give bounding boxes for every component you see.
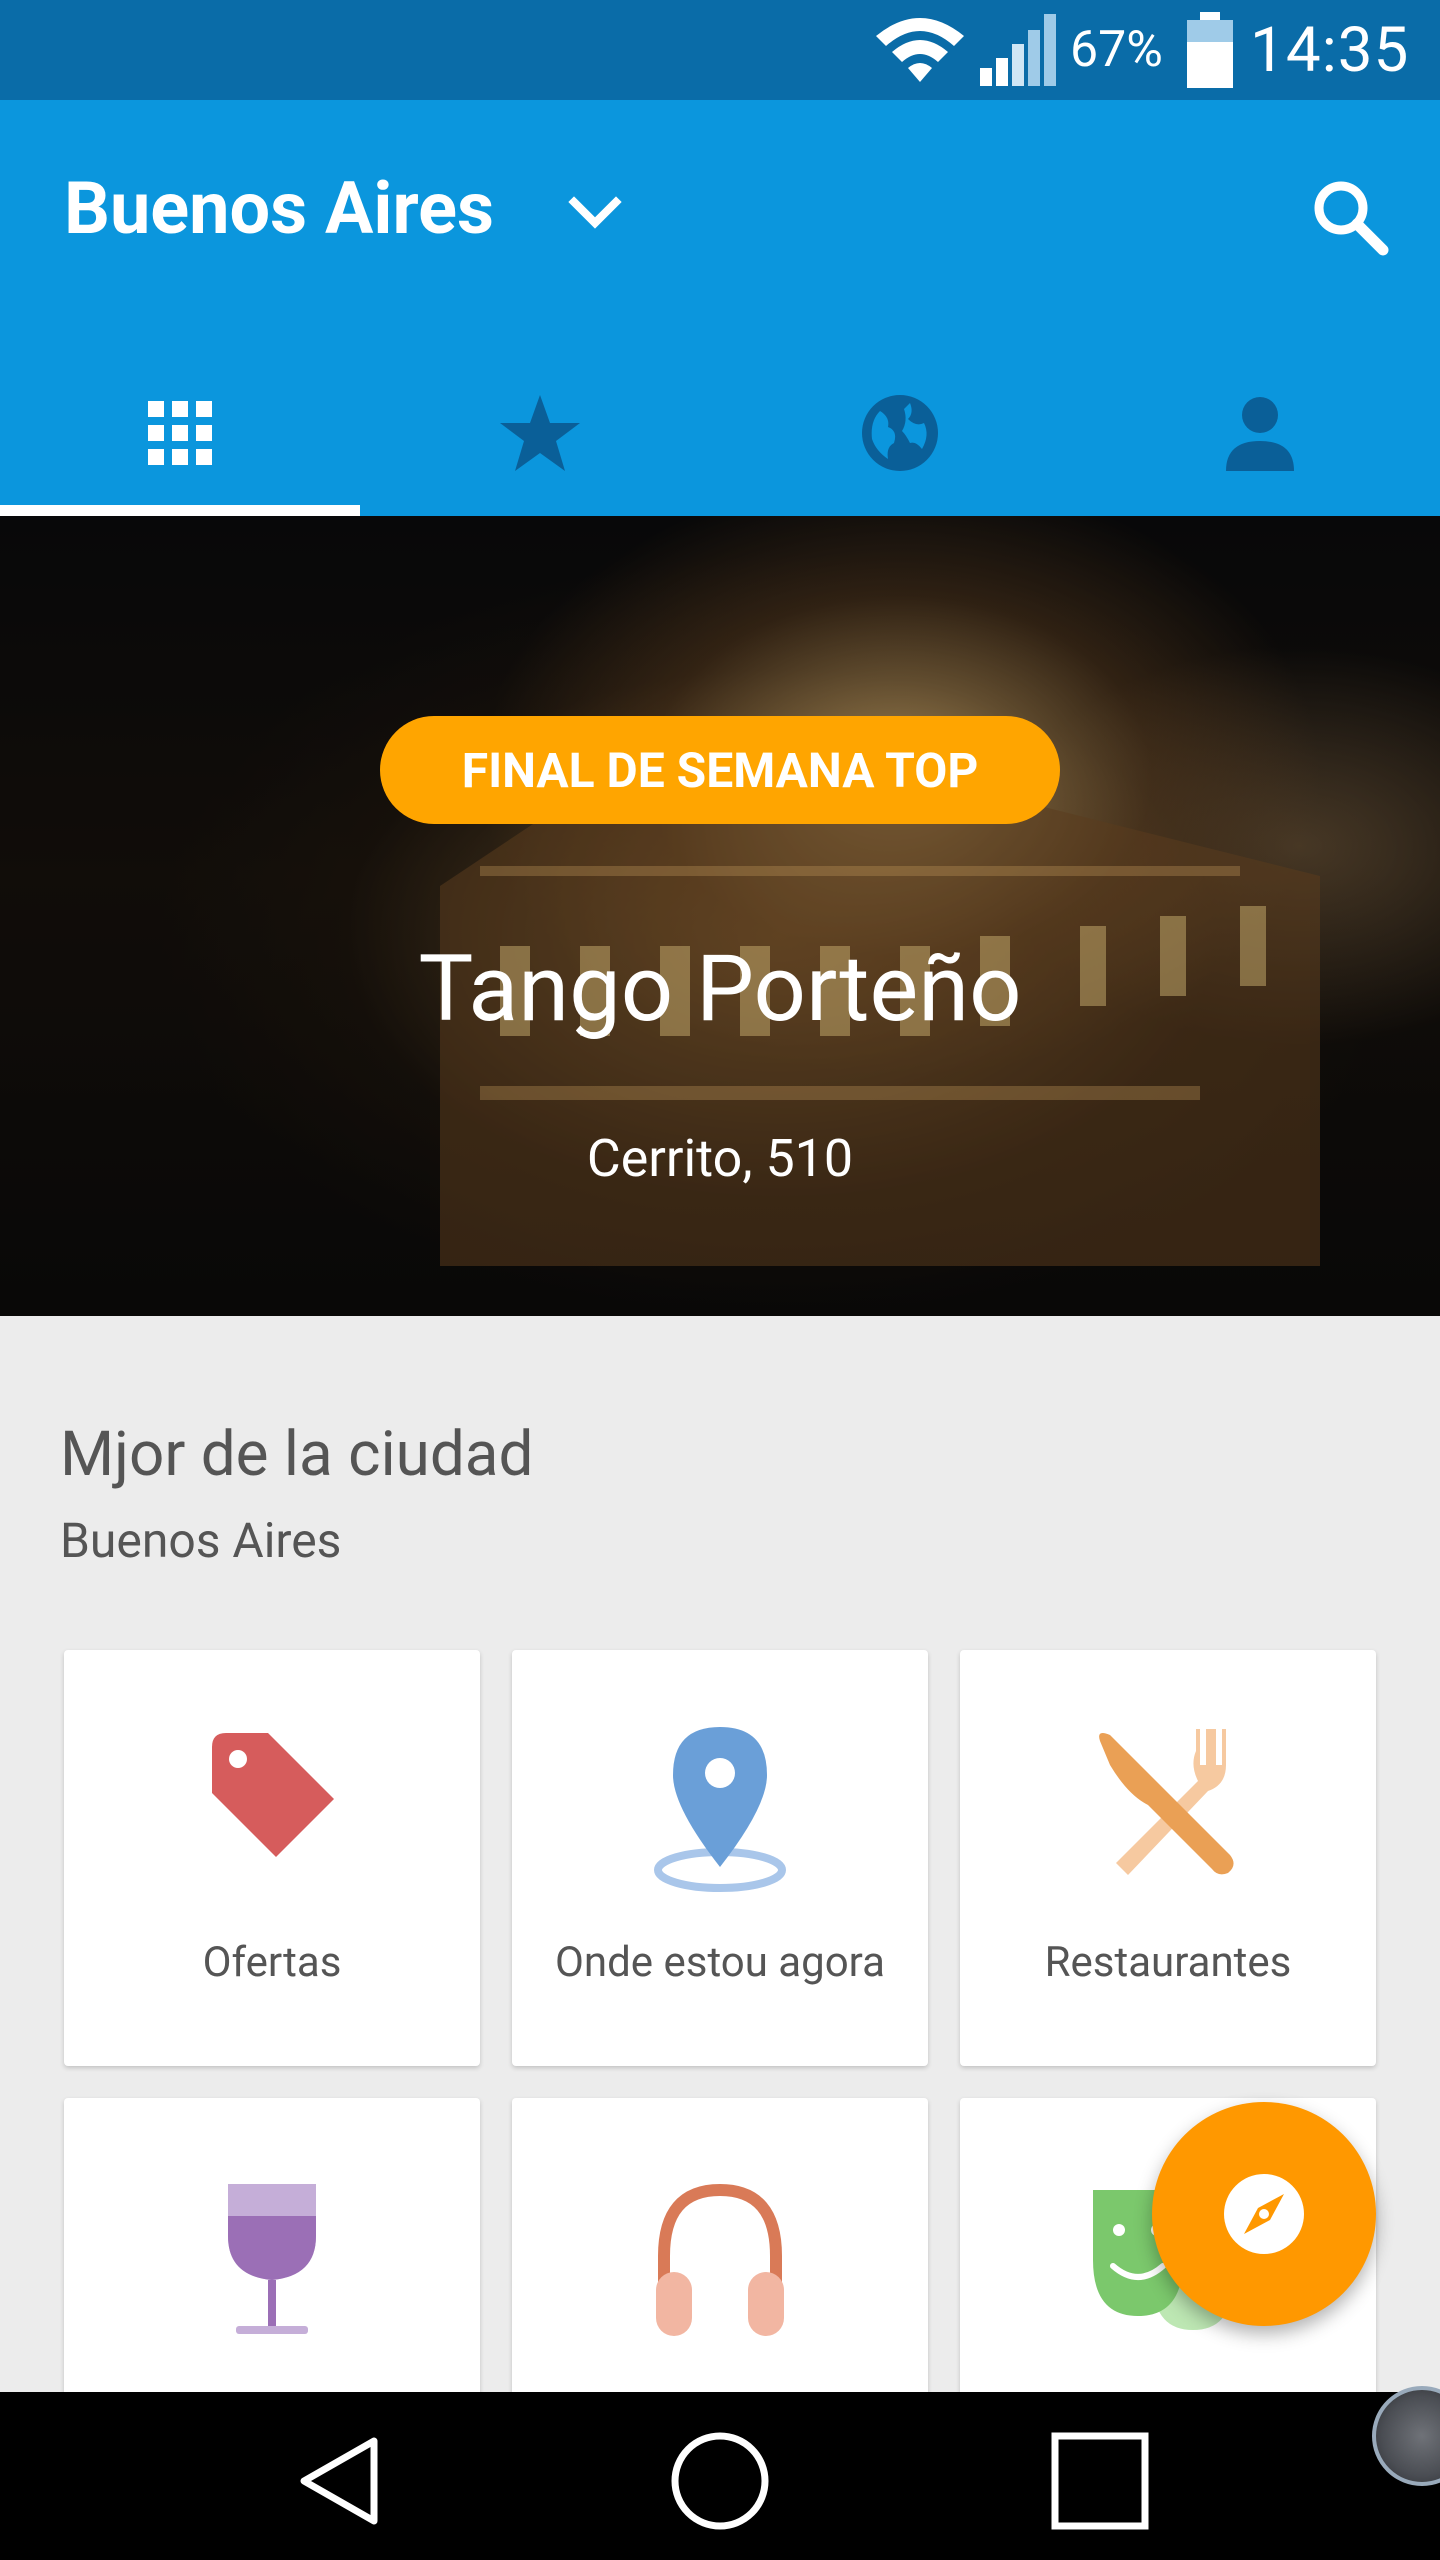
headphones-icon bbox=[656, 2183, 784, 2336]
category-card-restaurantes[interactable]: Restaurantes bbox=[960, 1650, 1376, 2066]
chevron-down-icon[interactable] bbox=[560, 178, 630, 248]
featured-banner[interactable]: FINAL DE SEMANA TOP Tango Porteño Cerrit… bbox=[0, 516, 1440, 1316]
explore-fab[interactable] bbox=[1152, 2102, 1376, 2326]
city-selector[interactable]: Buenos Aires bbox=[64, 166, 494, 251]
globe-icon bbox=[862, 395, 938, 471]
wine-glass-icon bbox=[228, 2184, 316, 2334]
tab-favorites[interactable] bbox=[360, 350, 720, 516]
featured-title: Tango Porteño bbox=[418, 936, 1022, 1043]
recents-icon[interactable] bbox=[1045, 2426, 1155, 2536]
wifi-icon bbox=[870, 0, 970, 100]
battery-percent: 67% bbox=[1070, 21, 1163, 79]
featured-address: Cerrito, 510 bbox=[586, 1128, 854, 1189]
person-icon bbox=[1226, 397, 1294, 471]
system-nav-bar bbox=[0, 2392, 1440, 2560]
tab-explore[interactable] bbox=[720, 350, 1080, 516]
category-card-ofertas[interactable]: Ofertas bbox=[64, 1650, 480, 2066]
battery-icon bbox=[1180, 0, 1240, 100]
section-subtitle: Buenos Aires bbox=[60, 1512, 342, 1569]
tab-profile[interactable] bbox=[1080, 350, 1440, 516]
grid-icon bbox=[148, 401, 212, 465]
tag-icon bbox=[212, 1733, 334, 1857]
star-icon bbox=[500, 395, 580, 471]
home-icon[interactable] bbox=[665, 2426, 775, 2536]
category-card-onde-estou-agora[interactable]: Onde estou agora bbox=[512, 1650, 928, 2066]
tab-indicator bbox=[0, 505, 360, 516]
location-pin-icon bbox=[654, 1727, 786, 1892]
tab-bar bbox=[0, 350, 1440, 516]
section-title: Mjor de la ciudad bbox=[60, 1418, 534, 1491]
back-icon[interactable] bbox=[285, 2426, 395, 2536]
search-icon[interactable] bbox=[1305, 172, 1395, 262]
category-label: Onde estou agora bbox=[555, 1938, 885, 1987]
knife-fork-icon bbox=[1099, 1729, 1234, 1875]
featured-badge: FINAL DE SEMANA TOP bbox=[380, 716, 1060, 824]
app-bar: Buenos Aires bbox=[0, 100, 1440, 516]
signal-icon bbox=[975, 0, 1065, 100]
category-label: Ofertas bbox=[202, 1938, 342, 1987]
hero-overlay bbox=[0, 516, 1440, 1316]
clock: 14:35 bbox=[1250, 13, 1410, 87]
category-label: Restaurantes bbox=[1044, 1938, 1292, 1987]
tab-grid[interactable] bbox=[0, 350, 360, 516]
status-bar: 67% 14:35 bbox=[0, 0, 1440, 100]
compass-icon bbox=[1224, 2174, 1304, 2254]
